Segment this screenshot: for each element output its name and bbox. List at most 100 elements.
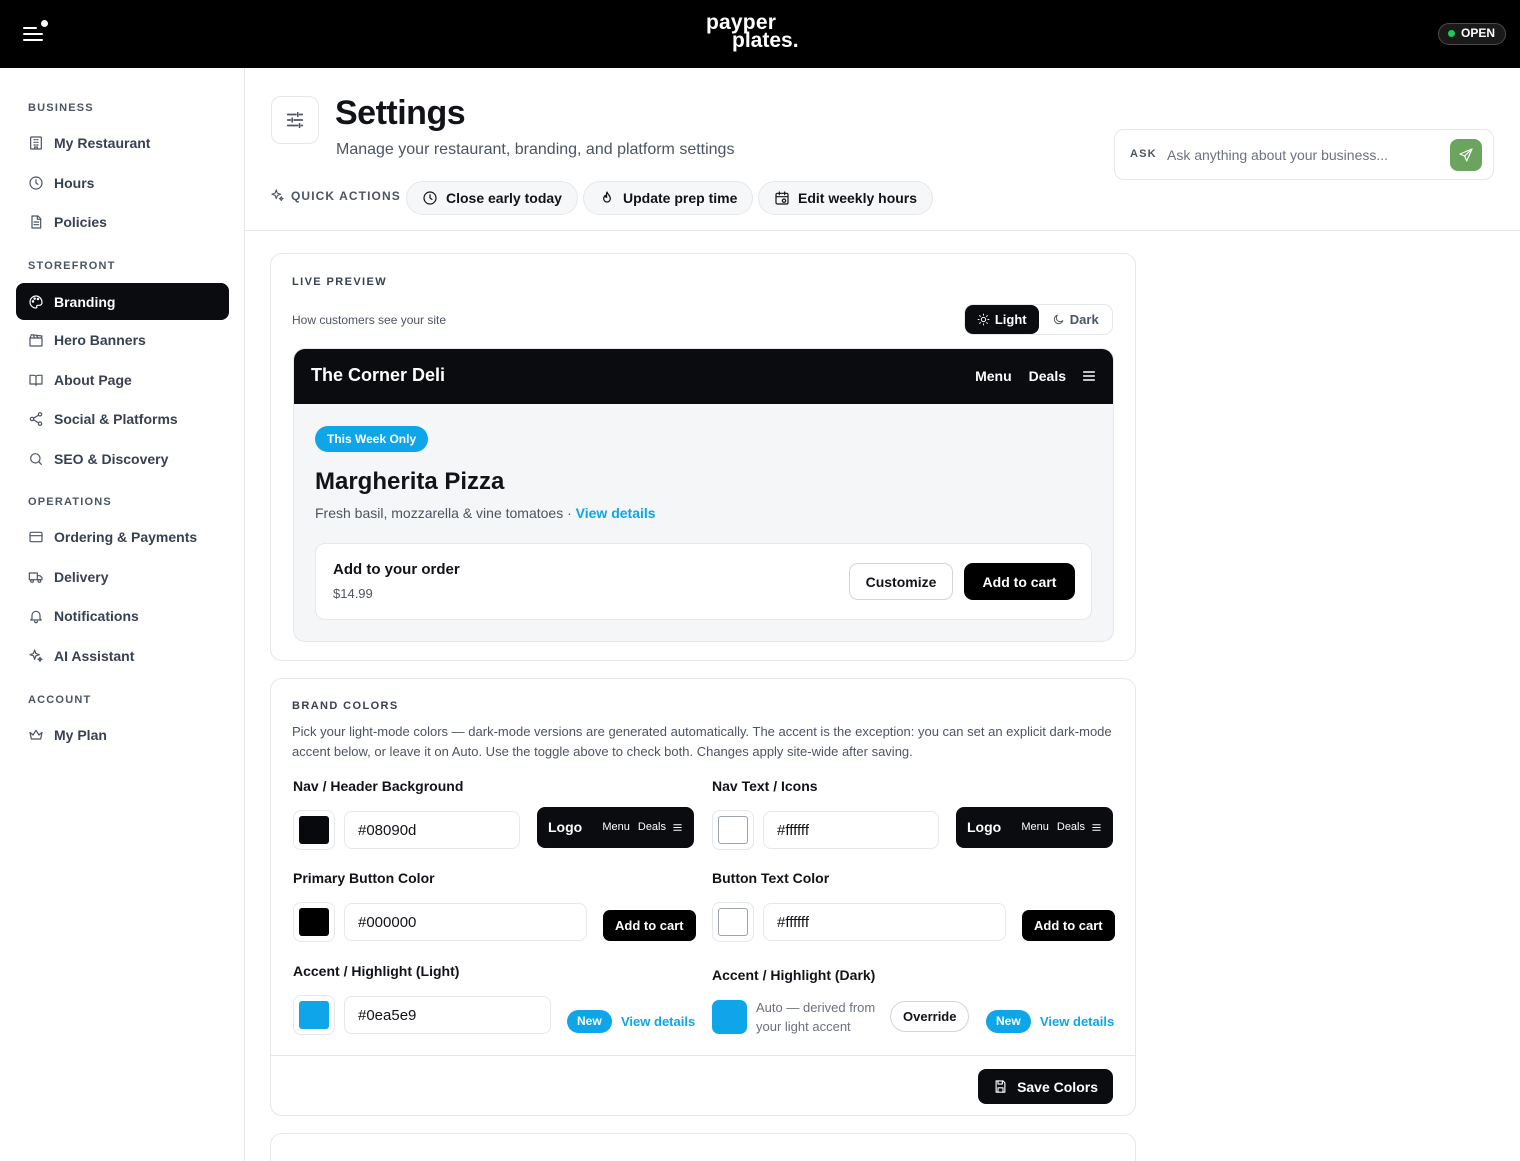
nav-bg-hex-input[interactable] [344,811,520,849]
preview-item-description: Fresh basil, mozzarella & vine tomatoes … [315,505,656,521]
accent-light-label: Accent / Highlight (Light) [293,963,460,979]
preview-nav-deals[interactable]: Deals [1029,368,1066,384]
nav-bg-swatch-color [299,816,329,844]
theme-toggle-label: Dark [1069,312,1099,327]
sparkles-icon [271,189,284,202]
sidebar-item-label: Policies [54,213,107,230]
sidebar-item-policies[interactable]: Policies [16,203,229,240]
button-text-swatch-color [718,908,748,936]
preview-customize-button[interactable]: Customize [849,563,953,600]
accent-dark-view-details-link[interactable]: View details [1040,1014,1114,1029]
sidebar-item-label: Notifications [54,607,139,624]
building-icon [30,135,42,150]
sidebar-item-social-platforms[interactable]: Social & Platforms [16,400,229,437]
accent-light-hex-input[interactable] [344,996,551,1034]
sidebar-item-label: About Page [54,371,132,388]
preview-order-price: $14.99 [333,586,373,601]
send-icon [1459,148,1473,162]
clock-icon [423,191,437,205]
accent-light-swatch[interactable] [293,995,335,1035]
mini-nav-logo: Logo [548,819,583,835]
primary-button-swatch-color [299,908,329,936]
quick-action-close-early[interactable]: Close early today [406,181,578,215]
sidebar-section-operations: OPERATIONS [28,496,112,508]
ask-label: ASK [1130,148,1157,160]
mini-nav-menu: Menu [602,821,630,833]
sidebar-item-notifications[interactable]: Notifications [16,597,229,634]
quick-actions-label: QUICK ACTIONS [270,188,401,203]
button-text-hex-input[interactable] [763,903,1006,941]
accent-dark-override-button[interactable]: Override [890,1001,970,1032]
flame-icon [603,191,611,203]
brand-colors-title: BRAND COLORS [292,700,399,712]
settings-page-icon-box [271,96,319,144]
accent-dark-label: Accent / Highlight (Dark) [712,967,876,983]
sidebar-item-label: Social & Platforms [54,410,178,427]
primary-button-label: Primary Button Color [293,870,435,886]
sidebar-item-hero-banners[interactable]: Hero Banners [16,321,229,358]
sidebar-item-hours[interactable]: Hours [16,164,229,201]
menu-toggle-button[interactable] [22,20,48,46]
page-header: Settings Manage your restaurant, brandin… [245,68,1520,231]
ask-send-button[interactable] [1450,139,1482,171]
quick-action-label: Close early today [446,190,562,206]
quick-action-update-prep[interactable]: Update prep time [583,181,754,215]
crown-icon [29,729,43,740]
save-colors-button[interactable]: Save Colors [978,1069,1113,1104]
nav-text-hex-input[interactable] [763,811,939,849]
button-text-label: Button Text Color [712,870,830,886]
preview-view-details-link[interactable]: View details [576,505,656,521]
mini-nav-logo: Logo [967,819,1002,835]
button-text-preview[interactable]: Add to cart [1022,910,1115,941]
page-subtitle: Manage your restaurant, branding, and pl… [336,141,735,158]
sidebar-item-delivery[interactable]: Delivery [16,558,229,595]
theme-toggle-light[interactable]: Light [965,305,1039,334]
quick-actions-text: QUICK ACTIONS [291,188,401,203]
sidebar-item-label: Hero Banners [54,331,146,348]
sidebar-item-ai-assistant[interactable]: AI Assistant [16,637,229,674]
sidebar-item-my-plan[interactable]: My Plan [16,716,229,753]
accent-dark-new-pill: New [986,1010,1031,1033]
nav-bg-swatch[interactable] [293,810,335,850]
sidebar-item-about-page[interactable]: About Page [16,361,229,398]
clock-icon [29,175,43,190]
theme-toggle-dark[interactable]: Dark [1039,305,1113,334]
hamburger-icon[interactable] [1081,368,1097,384]
primary-button-swatch[interactable] [293,902,335,942]
live-preview-card: LIVE PREVIEW How customers see your site… [270,253,1136,661]
primary-button-preview[interactable]: Add to cart [603,910,696,941]
quick-action-edit-weekly-hours[interactable]: Edit weekly hours [758,181,934,215]
ask-input[interactable] [1167,142,1437,168]
preview-nav-menu[interactable]: Menu [975,368,1012,384]
nav-text-swatch[interactable] [712,810,754,850]
sidebar-item-label: Hours [54,174,95,191]
page-title: Settings [335,94,466,132]
app-logo[interactable]: payper plates. [706,12,799,51]
primary-button-hex-input[interactable] [344,903,587,941]
palette-icon [29,294,43,309]
quick-action-label: Edit weekly hours [798,190,918,206]
preview-brand[interactable]: The Corner Deli [311,365,445,386]
hamburger-icon [673,823,682,831]
preview-nav-links: Menu Deals [958,368,1097,384]
accent-light-new-pill: New [567,1010,612,1033]
sidebar-item-ordering-payments[interactable]: Ordering & Payments [16,518,229,555]
button-text-swatch[interactable] [712,902,754,942]
mini-nav-deals: Deals [637,821,666,833]
brand-colors-description: Pick your light-mode colors — dark-mode … [292,724,1112,759]
sidebar-item-label: Delivery [54,568,109,585]
accent-light-view-details-link[interactable]: View details [621,1014,695,1029]
search-icon [30,452,42,465]
sidebar-item-label: My Plan [54,726,107,743]
accent-light-swatch-color [299,1001,329,1029]
sidebar-item-my-restaurant[interactable]: My Restaurant [16,124,229,161]
brand-colors-card: BRAND COLORS Pick your light-mode colors… [270,678,1136,1116]
preview-add-to-cart-button[interactable]: Add to cart [964,563,1075,600]
moon-icon [1053,314,1064,325]
sidebar-item-branding[interactable]: Branding [16,283,229,320]
sidebar-item-seo-discovery[interactable]: SEO & Discovery [16,440,229,477]
sidebar-item-label: My Restaurant [54,134,151,151]
share-icon [29,411,43,426]
store-status-badge[interactable]: OPEN [1437,23,1506,45]
hamburger-icon [23,27,43,41]
